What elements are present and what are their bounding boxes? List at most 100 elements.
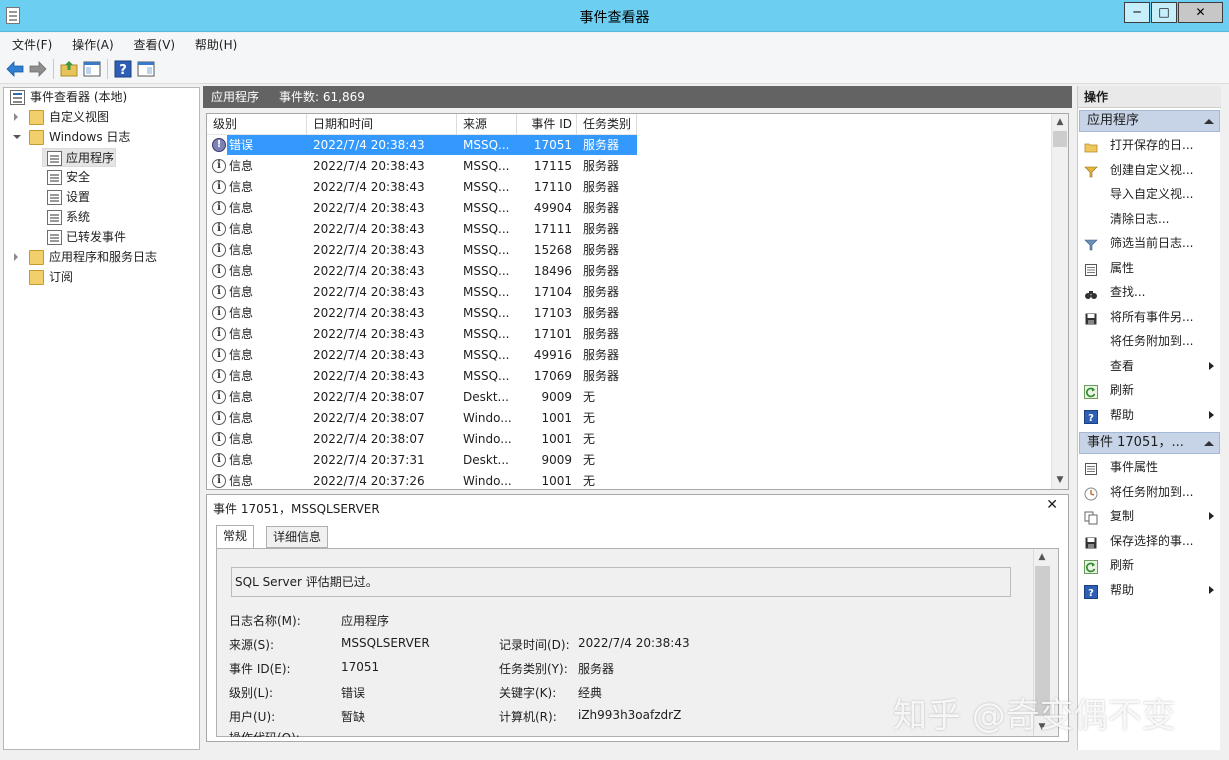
action-item[interactable]: 清除日志... [1079,207,1220,231]
action-label: 复制 [1110,509,1135,523]
properties-icon [1084,261,1098,276]
help-icon: ? [1084,583,1098,599]
forward-arrow-icon[interactable] [28,59,48,79]
cell-datetime: 2022/7/4 20:37:31 [313,453,425,467]
action-item[interactable]: 属性 [1079,256,1220,280]
table-row[interactable]: i 信息 2022/7/4 20:38:43 MSSQ... 17111 服务器 [207,219,1053,240]
table-row[interactable]: i 信息 2022/7/4 20:38:43 MSSQ... 49904 服务器 [207,198,1053,219]
table-row[interactable]: ! 错误 2022/7/4 20:38:43 MSSQ... 17051 服务器 [207,135,1053,156]
collapse-caret-icon[interactable] [1204,119,1214,124]
menu-help[interactable]: 帮助(H) [195,33,237,53]
column-task-category[interactable]: 任务类别 [577,114,637,135]
help-icon[interactable]: ? [113,59,133,79]
action-item[interactable]: 保存选择的事... [1079,529,1220,553]
close-window-button[interactable]: ✕ [1178,2,1223,23]
action-item[interactable]: ? 帮助 [1079,578,1220,602]
table-row[interactable]: i 信息 2022/7/4 20:38:07 Deskt... 9009 无 [207,387,1053,408]
action-item[interactable]: 刷新 [1079,378,1220,402]
tree-subscriptions[interactable]: 订阅 [8,268,198,287]
info-icon: i [212,390,226,404]
actions-title: 操作 [1078,86,1221,108]
column-datetime[interactable]: 日期和时间 [307,114,457,135]
actions-section-event[interactable]: 事件 17051，... [1079,432,1220,454]
table-row[interactable]: i 信息 2022/7/4 20:38:07 Windo... 1001 无 [207,429,1053,450]
tree-system[interactable]: 系统 [42,208,192,227]
table-row[interactable]: i 信息 2022/7/4 20:38:43 MSSQ... 17104 服务器 [207,282,1053,303]
action-item[interactable]: 事件属性 [1079,455,1220,479]
table-row[interactable]: i 信息 2022/7/4 20:38:43 MSSQ... 17103 服务器 [207,303,1053,324]
action-item[interactable]: 打开保存的日... [1079,133,1220,157]
tree-setup[interactable]: 设置 [42,188,192,207]
column-event-id[interactable]: 事件 ID [517,114,577,135]
table-row[interactable]: i 信息 2022/7/4 20:38:07 Windo... 1001 无 [207,408,1053,429]
error-icon: ! [212,138,226,152]
cell-category: 服务器 [583,369,620,383]
expand-arrow-icon[interactable] [14,113,18,121]
menu-action[interactable]: 操作(A) [72,33,114,53]
event-message[interactable]: SQL Server 评估期已过。 [231,567,1011,597]
scroll-up-icon[interactable]: ▲ [1034,549,1050,566]
info-icon: i [212,201,226,215]
cell-category: 服务器 [583,201,620,215]
tab-general[interactable]: 常规 [216,525,255,549]
tab-details[interactable]: 详细信息 [266,526,329,548]
save-icon [1084,534,1098,548]
level-label: 级别(L): [229,686,274,700]
action-item[interactable]: 创建自定义视... [1079,158,1220,182]
action-item[interactable]: 将任务附加到... [1079,480,1220,504]
minimize-button[interactable]: ─ [1124,2,1150,23]
scroll-up-icon[interactable]: ▲ [1052,114,1068,131]
menu-view[interactable]: 查看(V) [134,33,176,53]
action-item[interactable]: 查找... [1079,280,1220,304]
action-item[interactable]: 刷新 [1079,553,1220,577]
maximize-button[interactable]: □ [1151,2,1177,23]
tree-windows-logs[interactable]: Windows 日志 [8,128,198,147]
table-row[interactable]: i 信息 2022/7/4 20:38:43 MSSQ... 17069 服务器 [207,366,1053,387]
actions-section-application[interactable]: 应用程序 [1079,110,1220,132]
collapse-caret-icon[interactable] [1204,441,1214,446]
collapse-arrow-icon[interactable] [13,135,21,139]
back-arrow-icon[interactable] [5,59,25,79]
close-detail-icon[interactable]: ✕ [1046,497,1058,513]
table-row[interactable]: i 信息 2022/7/4 20:38:43 MSSQ... 17101 服务器 [207,324,1053,345]
cell-id: 1001 [541,474,572,488]
tree-security[interactable]: 安全 [42,168,192,187]
submenu-arrow-icon [1209,361,1214,370]
cell-category: 无 [583,411,596,425]
cell-source: MSSQ... [463,327,510,341]
action-item[interactable]: 将所有事件另... [1079,305,1220,329]
task-label: 任务类别(Y): [499,662,568,676]
tree-application[interactable]: 应用程序 [42,148,116,167]
expand-arrow-icon[interactable] [14,253,18,261]
event-list-scrollbar[interactable]: ▲ ▼ [1051,114,1068,489]
action-item[interactable]: ? 帮助 [1079,403,1220,427]
tree-root[interactable]: 事件查看器 (本地) [8,88,198,107]
submenu-arrow-icon [1209,512,1214,520]
show-hide-action-pane-icon[interactable] [136,59,156,79]
tree-custom-views[interactable]: 自定义视图 [8,108,198,127]
column-source[interactable]: 来源 [457,114,517,135]
scroll-thumb[interactable] [1053,131,1067,147]
table-row[interactable]: i 信息 2022/7/4 20:38:43 MSSQ... 17110 服务器 [207,177,1053,198]
show-hide-tree-icon[interactable] [82,59,102,79]
column-level[interactable]: 级别 [207,114,307,135]
table-row[interactable]: i 信息 2022/7/4 20:38:43 MSSQ... 17115 服务器 [207,156,1053,177]
table-row[interactable]: i 信息 2022/7/4 20:37:26 Windo... 1001 无 [207,471,1053,492]
action-item[interactable]: 筛选当前日志... [1079,231,1220,255]
action-item[interactable]: 查看 [1079,354,1220,378]
action-item[interactable]: 将任务附加到... [1079,329,1220,353]
up-folder-icon[interactable] [59,59,79,79]
tree-app-service-logs[interactable]: 应用程序和服务日志 [8,248,198,267]
table-row[interactable]: i 信息 2022/7/4 20:38:43 MSSQ... 49916 服务器 [207,345,1053,366]
table-row[interactable]: i 信息 2022/7/4 20:37:31 Deskt... 9009 无 [207,450,1053,471]
tree-forwarded-events[interactable]: 已转发事件 [42,228,192,247]
action-label: 将任务附加到... [1110,484,1194,499]
scroll-down-icon[interactable]: ▼ [1052,472,1068,489]
table-row[interactable]: i 信息 2022/7/4 20:38:43 MSSQ... 15268 服务器 [207,240,1053,261]
action-item[interactable]: 导入自定义视... [1079,182,1220,206]
menu-file[interactable]: 文件(F) [12,33,52,53]
table-row[interactable]: i 信息 2022/7/4 20:38:43 MSSQ... 18496 服务器 [207,261,1053,282]
opcode-label: 操作代码(O): [229,729,300,737]
cell-datetime: 2022/7/4 20:38:07 [313,411,425,425]
action-item[interactable]: 复制 [1079,504,1220,528]
